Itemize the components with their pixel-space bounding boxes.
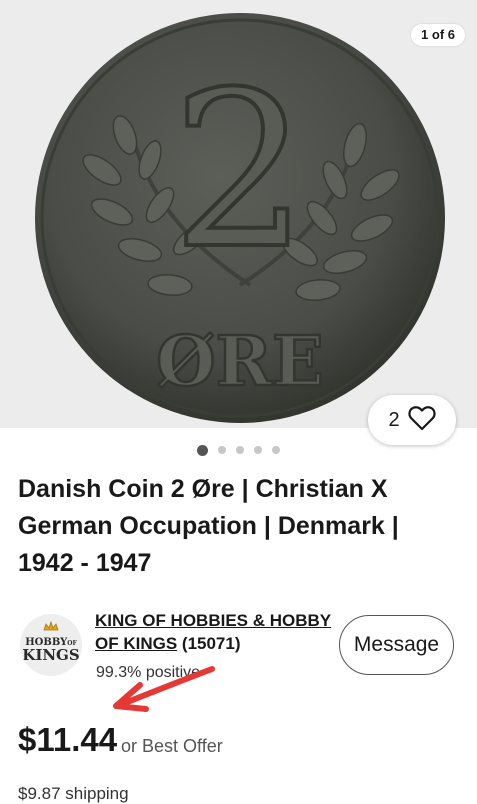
image-gallery[interactable]: 2 ØRE 1 of 6 <box>0 0 477 428</box>
best-offer-label: or Best Offer <box>121 736 223 756</box>
crown-logo-icon: HOBBYOF KINGS <box>22 620 80 664</box>
coin-numeral: 2 <box>172 45 309 296</box>
message-button[interactable]: Message <box>339 615 454 675</box>
seller-name-link[interactable]: KING OF HOBBIES & HOBBY OF KINGS (15071) <box>95 609 335 655</box>
heart-icon <box>407 405 436 436</box>
listing-title: Danish Coin 2 Øre | Christian X German O… <box>18 475 399 577</box>
pagination-dot[interactable] <box>272 446 280 454</box>
watch-button[interactable]: 2 <box>368 395 456 445</box>
gallery-pagination <box>0 444 477 456</box>
feedback-count: (15071) <box>181 634 241 653</box>
pagination-dot[interactable] <box>197 444 208 456</box>
shipping-cost: $9.87 shipping <box>18 784 129 803</box>
item-price: $11.44 <box>18 721 118 758</box>
red-arrow-annotation <box>113 666 215 712</box>
watch-count: 2 <box>388 408 400 431</box>
image-counter: 1 of 6 <box>411 24 465 46</box>
pagination-dot[interactable] <box>218 446 226 454</box>
coin-image: 2 ØRE <box>35 13 445 423</box>
coin-legend: ØRE <box>156 322 324 402</box>
pagination-dot[interactable] <box>254 446 262 454</box>
svg-text:KINGS: KINGS <box>22 646 79 664</box>
pagination-dot[interactable] <box>236 446 244 454</box>
seller-logo[interactable]: HOBBYOF KINGS <box>20 614 82 676</box>
